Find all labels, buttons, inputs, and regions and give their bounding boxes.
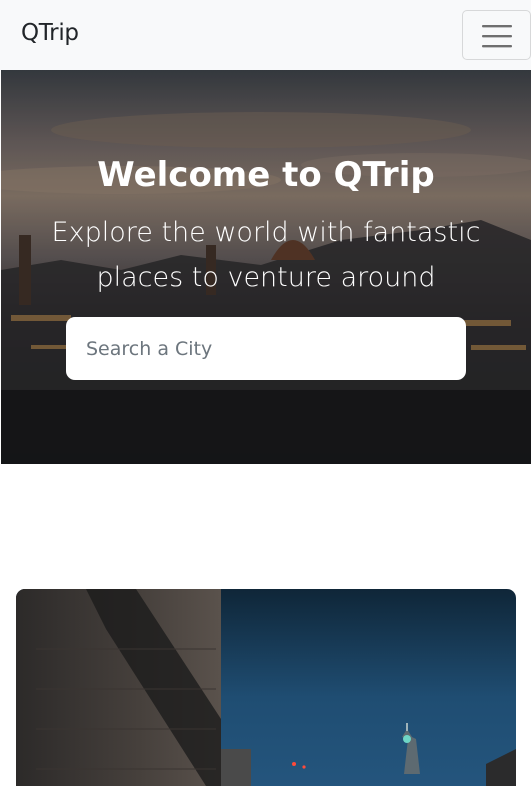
- city-search-input[interactable]: [66, 317, 466, 380]
- brand-logo-link[interactable]: QTrip: [21, 20, 79, 46]
- top-navbar: QTrip: [0, 0, 531, 70]
- hero-banner: Welcome to QTrip Explore the world with …: [1, 70, 531, 464]
- hero-subtitle: Explore the world with fantastic places …: [51, 217, 481, 293]
- navbar-toggler-button[interactable]: [462, 10, 531, 60]
- city-card[interactable]: [16, 589, 516, 786]
- hamburger-icon: [482, 25, 512, 48]
- city-card-image: [36, 589, 516, 786]
- hero-title: Welcome to QTrip: [97, 155, 435, 195]
